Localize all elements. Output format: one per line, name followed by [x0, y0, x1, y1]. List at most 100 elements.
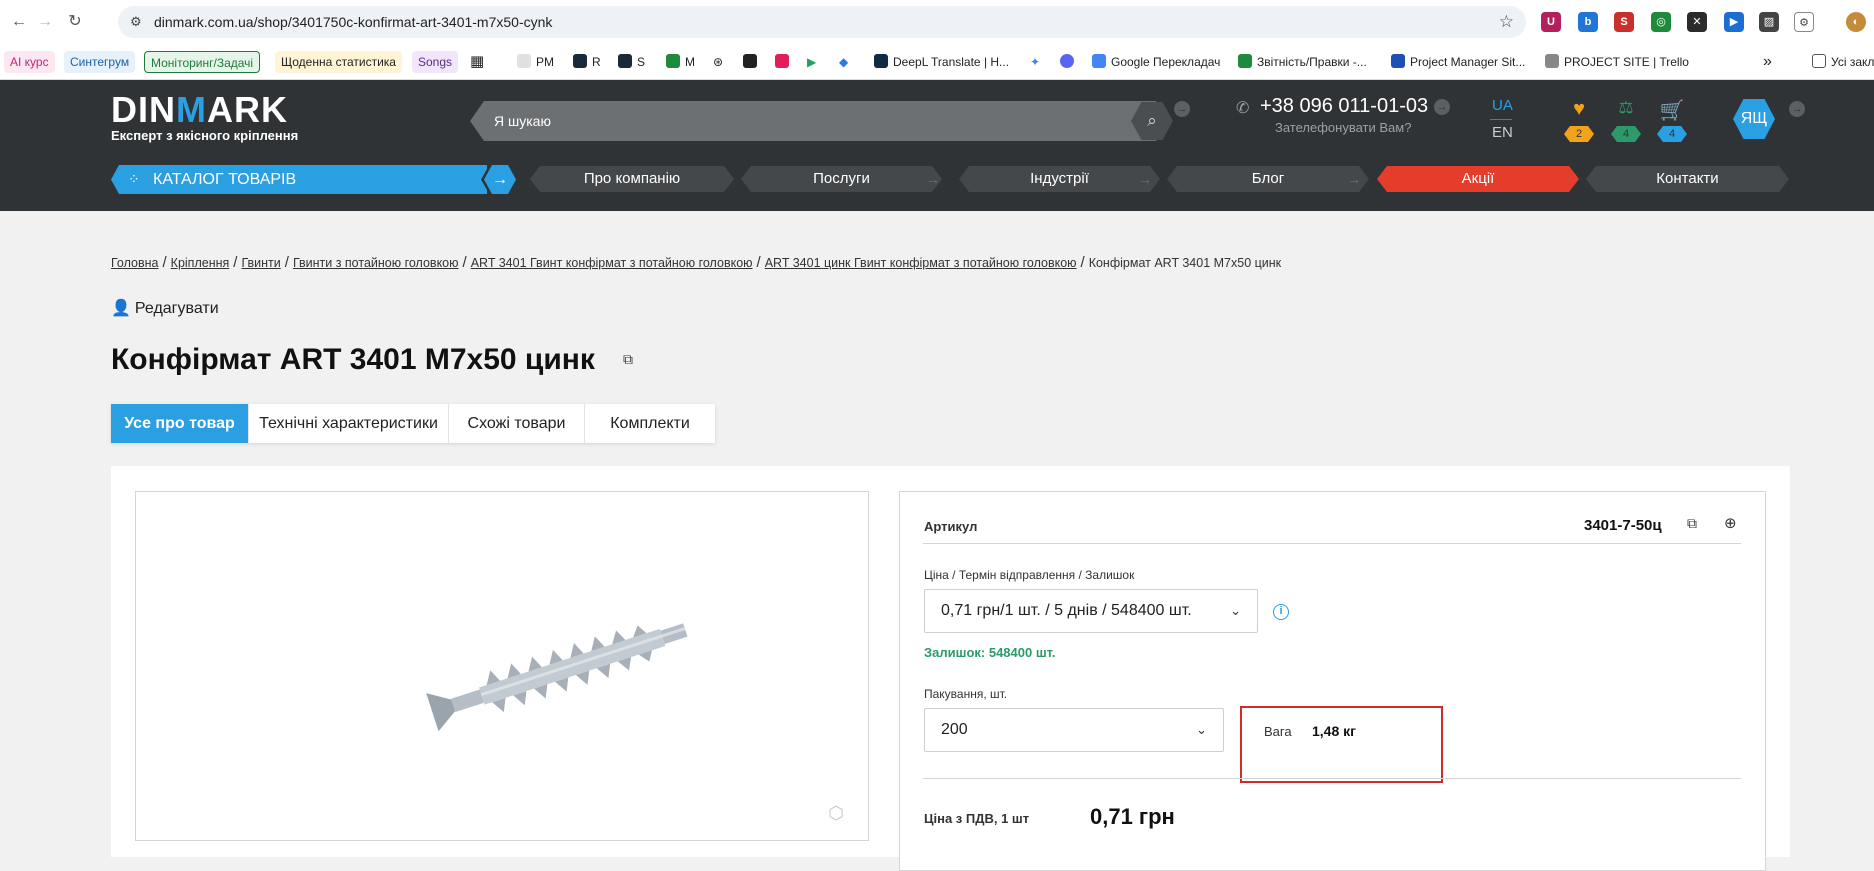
- breadcrumb-fasteners[interactable]: Кріплення: [171, 256, 230, 270]
- address-bar[interactable]: ⚙ dinmark.com.ua/shop/3401750c-konfirmat…: [118, 6, 1526, 38]
- product-image-box[interactable]: [135, 491, 869, 841]
- bookmark-project-manager-label: Project Manager Sit...: [1410, 55, 1526, 69]
- extension-icon-7[interactable]: ▨: [1759, 12, 1779, 32]
- chatgpt-icon[interactable]: ⊛: [713, 51, 723, 73]
- bookmark-icon-blue[interactable]: ◆: [839, 51, 848, 73]
- menu-industries[interactable]: Індустрії: [959, 166, 1160, 192]
- menu-promotions[interactable]: Акції: [1377, 166, 1579, 192]
- sku-value: 3401-7-50ц: [1584, 517, 1662, 534]
- info-icon[interactable]: i: [1273, 604, 1289, 620]
- bookmark-icon-slack[interactable]: [775, 51, 794, 73]
- menu-about[interactable]: Про компанію: [530, 166, 734, 192]
- avatar-arrow-icon[interactable]: →: [1789, 101, 1805, 117]
- site-info-icon[interactable]: ⚙: [130, 14, 142, 30]
- bookmark-icon-purple[interactable]: [1060, 51, 1079, 73]
- bookmark-google-translate[interactable]: Google Перекладач: [1092, 51, 1220, 73]
- copy-sku-icon[interactable]: ⧉: [1687, 515, 1697, 532]
- price-term-label: Ціна / Термін відправлення / Залишок: [924, 568, 1135, 582]
- bookmark-r-label: R: [592, 55, 601, 69]
- extension-icon-6[interactable]: ▶: [1724, 12, 1744, 32]
- extension-icon-2[interactable]: b: [1578, 12, 1598, 32]
- breadcrumb-current: Конфірмат ART 3401 M7x50 цинк: [1088, 256, 1282, 270]
- price-term-select[interactable]: 0,71 грн/1 шт. / 5 днів / 548400 шт. ⌄: [924, 589, 1258, 633]
- extension-icon-1[interactable]: U: [1541, 12, 1561, 32]
- bookmark-project-manager[interactable]: Project Manager Sit...: [1391, 51, 1525, 73]
- extension-icon-3[interactable]: S: [1614, 12, 1634, 32]
- user-edit-icon: 👤: [111, 300, 131, 317]
- bookmark-reports[interactable]: Звітність/Правки -...: [1238, 51, 1367, 73]
- sku-label: Артикул: [924, 519, 978, 534]
- extension-icon-5[interactable]: ✕: [1687, 12, 1707, 32]
- tab-similar[interactable]: Схожі товари: [449, 404, 585, 443]
- forward-icon[interactable]: →: [34, 11, 56, 33]
- tab-specifications[interactable]: Технічні характеристики: [249, 404, 449, 443]
- apps-grid-icon[interactable]: ▦: [470, 51, 484, 73]
- edit-label: Редагувати: [134, 300, 219, 317]
- copy-title-icon[interactable]: ⧉: [623, 351, 633, 368]
- search-arrow-icon[interactable]: →: [1174, 101, 1190, 117]
- back-icon[interactable]: ←: [8, 11, 30, 33]
- bookmark-monitoring[interactable]: Моніторинг/Задачі: [144, 51, 261, 73]
- bookmark-r[interactable]: R: [573, 51, 601, 73]
- bookmark-s-label: S: [637, 55, 646, 69]
- tab-all-about[interactable]: Усе про товар: [111, 404, 249, 443]
- catalog-button[interactable]: ⁘ КАТАЛОГ ТОВАРІВ: [111, 165, 487, 194]
- bookmark-icon-dark[interactable]: [743, 51, 762, 73]
- menu-services-arrow-icon[interactable]: →: [926, 171, 940, 187]
- compare-scales-icon[interactable]: ⚖: [1613, 98, 1639, 118]
- menu-contacts[interactable]: Контакти: [1586, 166, 1789, 192]
- site-logo[interactable]: DINMARK: [111, 92, 288, 128]
- price-term-value: 0,71 грн/1 шт. / 5 днів / 548400 шт.: [941, 602, 1192, 619]
- bookmark-star-icon[interactable]: ☆: [1499, 12, 1514, 32]
- menu-services[interactable]: Послуги: [741, 166, 942, 192]
- add-circle-icon[interactable]: ⊕: [1724, 514, 1737, 532]
- bookmark-daily-stats[interactable]: Щоденна статистика: [275, 51, 402, 73]
- browser-toolbar: ← → ↻ ⚙ dinmark.com.ua/shop/3401750c-kon…: [0, 0, 1874, 44]
- catalog-label: КАТАЛОГ ТОВАРІВ: [153, 171, 297, 188]
- phone-arrow-icon[interactable]: →: [1434, 99, 1450, 115]
- callback-link[interactable]: Зателефонувати Вам?: [1275, 120, 1411, 135]
- url-text[interactable]: dinmark.com.ua/shop/3401750c-konfirmat-a…: [154, 14, 552, 30]
- bookmark-s[interactable]: S: [618, 51, 645, 73]
- divider: [923, 543, 1741, 544]
- breadcrumb-home[interactable]: Головна: [111, 256, 159, 270]
- tab-kits[interactable]: Комплекти: [585, 404, 715, 443]
- lang-en[interactable]: EN: [1492, 124, 1513, 141]
- cart-icon[interactable]: 🛒: [1659, 98, 1685, 123]
- bookmarks-overflow-icon[interactable]: »: [1763, 51, 1772, 73]
- breadcrumb-art3401[interactable]: ART 3401 Гвинт конфірмат з потайною голо…: [471, 256, 753, 270]
- breadcrumb-art3401-zinc[interactable]: ART 3401 цинк Гвинт конфірмат з потайною…: [765, 256, 1077, 270]
- search-input[interactable]: Я шукаю: [470, 101, 1170, 141]
- breadcrumb-countersunk-screws[interactable]: Гвинти з потайною головкою: [293, 256, 459, 270]
- bookmark-deepl[interactable]: DeepL Translate | H...: [874, 51, 1009, 73]
- play-icon[interactable]: ▶: [807, 51, 816, 73]
- bookmark-syntegrum[interactable]: Синтегрум: [64, 51, 136, 73]
- all-bookmarks-folder[interactable]: Усі заклад: [1812, 51, 1874, 73]
- packing-select[interactable]: 200 ⌄: [924, 708, 1224, 752]
- reload-icon[interactable]: ↻: [64, 11, 86, 33]
- lang-ua[interactable]: UA: [1492, 97, 1513, 114]
- extension-icon-4[interactable]: ◎: [1651, 12, 1671, 32]
- profile-avatar-icon[interactable]: ◐: [1846, 12, 1866, 32]
- extensions-puzzle-icon[interactable]: ⚙: [1794, 12, 1814, 32]
- breadcrumb-screws[interactable]: Гвинти: [241, 256, 280, 270]
- logo-subtitle: Експерт з якісного кріплення: [111, 128, 299, 143]
- bookmark-trello[interactable]: PROJECT SITE | Trello: [1545, 51, 1689, 73]
- bookmark-pm[interactable]: PM: [517, 51, 554, 73]
- edit-button[interactable]: 👤 Редагувати: [111, 298, 219, 318]
- favorites-heart-icon[interactable]: ♥: [1566, 98, 1592, 121]
- phone-number[interactable]: +38 096 011-01-03: [1260, 95, 1428, 118]
- menu-blog-arrow-icon[interactable]: →: [1347, 171, 1361, 187]
- menu-industries-arrow-icon[interactable]: →: [1138, 171, 1152, 187]
- product-tabs: Усе про товар Технічні характеристики Сх…: [111, 404, 715, 443]
- bookmark-ai-course[interactable]: AI курс: [4, 51, 55, 73]
- zoom-hex-icon[interactable]: ⬡: [822, 800, 850, 826]
- menu-blog[interactable]: Блог: [1167, 166, 1369, 192]
- bookmarks-bar: AI курс Синтегрум Моніторинг/Задачі Щоде…: [0, 44, 1874, 80]
- gemini-icon[interactable]: ✦: [1030, 51, 1040, 73]
- lang-divider: [1490, 119, 1512, 120]
- bookmark-deepl-label: DeepL Translate | H...: [893, 55, 1010, 69]
- bookmark-songs[interactable]: Songs: [412, 51, 459, 73]
- bookmark-m[interactable]: M: [666, 51, 695, 73]
- breadcrumb: Головна / Кріплення / Гвинти / Гвинти з потайн…: [111, 254, 1282, 271]
